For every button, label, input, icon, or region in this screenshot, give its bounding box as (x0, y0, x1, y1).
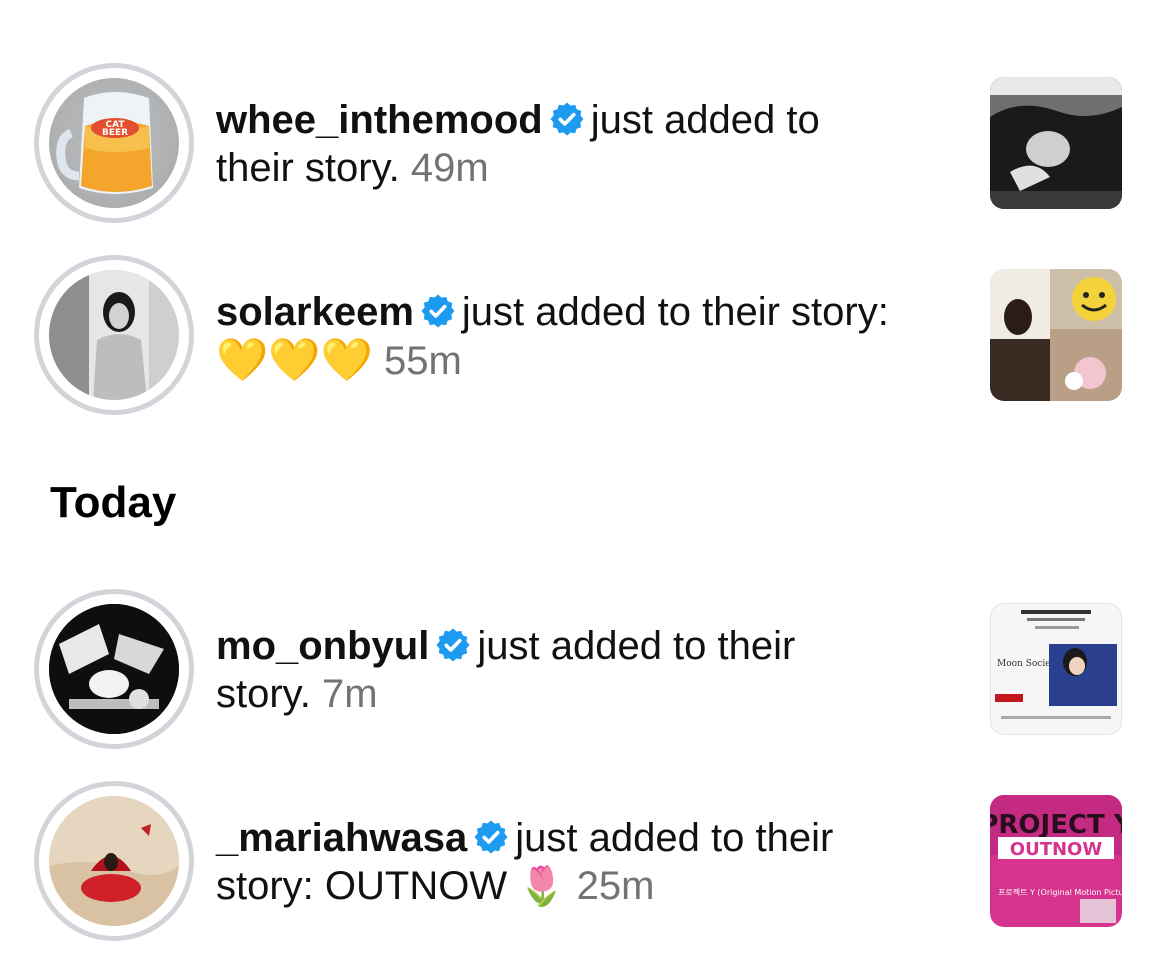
section-heading-today: Today (50, 478, 177, 527)
story-photo (990, 77, 1122, 209)
timestamp: 7m (321, 672, 378, 716)
action-text: just added to their (515, 816, 834, 860)
action-text: just added to their (477, 624, 796, 668)
action-text-line2: story. (216, 672, 311, 716)
story-photo: Moon Society (991, 604, 1121, 734)
action-text: just added to (590, 98, 820, 142)
avatar[interactable] (34, 255, 194, 415)
username[interactable]: solarkeem (216, 290, 414, 334)
timestamp: 55m (384, 339, 462, 383)
notification-text: solarkeem just added to their story: 💛💛💛 … (216, 288, 889, 385)
username[interactable]: mo_onbyul (216, 624, 429, 668)
thumb-title: PROJECT Y (990, 810, 1122, 840)
story-thumbnail[interactable]: Moon Society (990, 603, 1122, 735)
avatar[interactable]: CAT BEER (34, 63, 194, 223)
action-text-line2: story: OUTNOW (216, 864, 508, 908)
verified-badge-icon (421, 294, 455, 328)
notification-row[interactable]: _mariahwasa just added to their story: OU… (0, 781, 1169, 941)
verified-badge-icon (474, 820, 508, 854)
notification-row[interactable]: mo_onbyul just added to their story. 7m M… (0, 589, 1169, 749)
timestamp: 25m (576, 864, 655, 908)
avatar[interactable] (34, 781, 194, 941)
svg-text:BEER: BEER (102, 128, 128, 138)
timestamp: 49m (410, 146, 489, 190)
story-photo (990, 269, 1122, 401)
action-text: just added to their story: (461, 290, 889, 334)
thumb-outnow: OUTNOW (1010, 839, 1103, 860)
verified-badge-icon (550, 102, 584, 136)
beer-mug-image: CAT BEER (49, 78, 179, 208)
action-text-line2: their story. (216, 146, 400, 190)
sand-photo (49, 796, 179, 926)
yellow-heart-icon: 💛💛💛 (216, 335, 373, 384)
notification-text: whee_inthemood just added to their story.… (216, 96, 820, 192)
notification-text: mo_onbyul just added to their story. 7m (216, 622, 795, 718)
thumb-album: 프로젝트 Y (Original Motion Picture... (998, 887, 1122, 897)
story-thumbnail[interactable]: PROJECT Y OUTNOW 프로젝트 Y (Original Motion… (990, 795, 1122, 927)
notification-text: _mariahwasa just added to their story: OU… (216, 814, 833, 910)
story-thumbnail[interactable] (990, 269, 1122, 401)
verified-badge-icon (436, 628, 470, 662)
story-thumbnail[interactable] (990, 77, 1122, 209)
avatar-image: CAT BEER (49, 78, 179, 208)
avatar-image (49, 796, 179, 926)
tulip-icon: 🌷 (518, 864, 566, 908)
username[interactable]: whee_inthemood (216, 98, 543, 142)
notification-row[interactable]: solarkeem just added to their story: 💛💛💛 … (0, 255, 1169, 415)
avatar[interactable] (34, 589, 194, 749)
notification-row[interactable]: CAT BEER whee_inthemood just added to the… (0, 63, 1169, 223)
story-photo: PROJECT Y OUTNOW 프로젝트 Y (Original Motion… (990, 795, 1122, 927)
avatar-image (49, 270, 179, 400)
bw-group-photo (49, 604, 179, 734)
portrait-photo (49, 270, 179, 400)
username[interactable]: _mariahwasa (216, 816, 467, 860)
avatar-image (49, 604, 179, 734)
